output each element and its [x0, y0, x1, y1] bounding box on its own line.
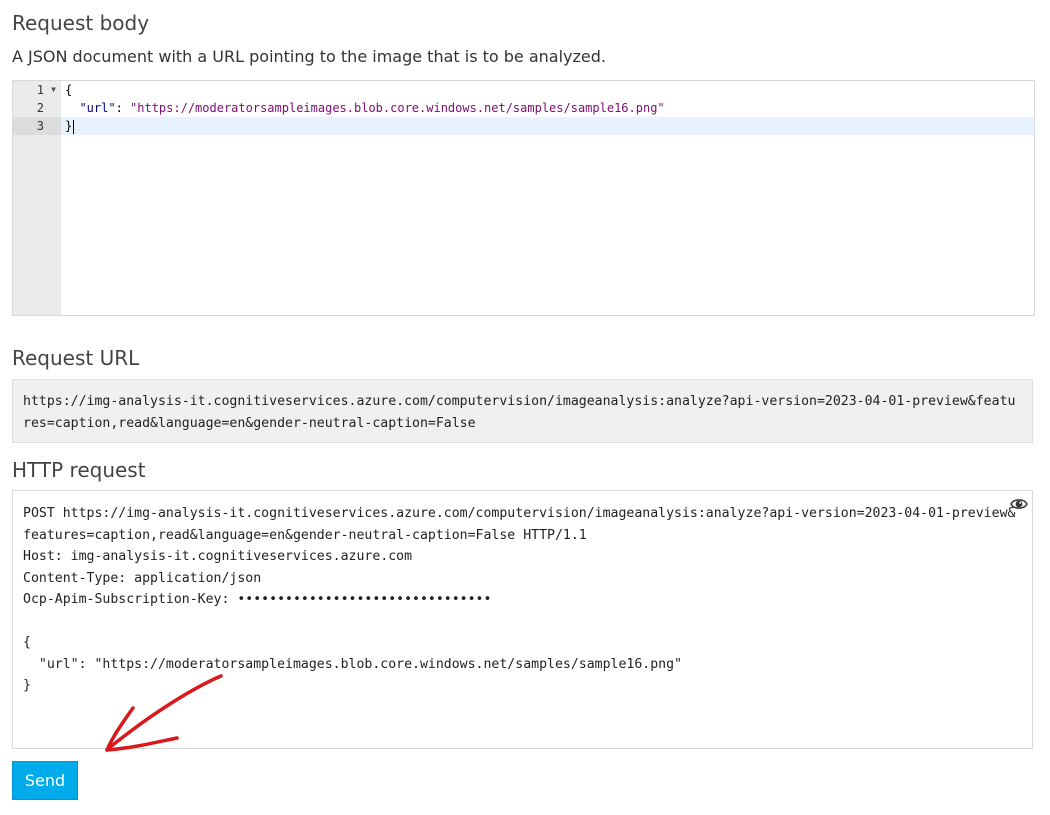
json-separator: :: [115, 101, 131, 115]
eye-icon[interactable]: [1010, 497, 1028, 511]
http-content-type-header: Content-Type: application/json: [23, 570, 262, 586]
http-blank-line: [23, 611, 1022, 633]
json-key: "url": [79, 101, 116, 115]
fold-arrow-icon[interactable]: ▼: [51, 81, 56, 99]
brace-close: }: [65, 119, 73, 133]
send-button[interactable]: Send: [12, 761, 78, 800]
line-number-label: 1: [36, 83, 44, 97]
request-body-title: Request body: [12, 11, 150, 35]
request-body-description: A JSON document with a URL pointing to t…: [12, 47, 606, 66]
request-url-value: https://img-analysis-it.cognitiveservice…: [12, 379, 1033, 443]
http-request-title: HTTP request: [12, 458, 146, 482]
red-arrow-icon: [105, 674, 223, 752]
http-body-open: {: [23, 635, 31, 650]
line-number-label: 3: [36, 119, 44, 133]
code-line-1[interactable]: {: [61, 81, 1034, 99]
line-number-1: 1 ▼: [13, 81, 61, 99]
request-body-editor[interactable]: 1 ▼ 2 3 { "url": "https://moderatorsampl…: [12, 80, 1035, 316]
http-subscription-key-header: Ocp-Apim-Subscription-Key: •••••••••••••…: [23, 592, 492, 607]
line-number-2: 2: [13, 99, 61, 117]
request-url-title: Request URL: [12, 346, 140, 370]
line-number-label: 2: [36, 101, 44, 115]
code-line-3[interactable]: }: [61, 117, 1034, 135]
brace-open: {: [65, 83, 73, 97]
text-cursor: [73, 119, 75, 134]
code-line-2[interactable]: "url": "https://moderatorsampleimages.bl…: [61, 99, 1034, 117]
line-number-gutter: 1 ▼ 2 3: [13, 81, 61, 315]
line-number-3: 3: [13, 117, 61, 135]
http-request-line: POST https://img-analysis-it.cognitivese…: [23, 506, 1016, 543]
http-host-header: Host: img-analysis-it.cognitiveservices.…: [23, 549, 413, 564]
json-value: "https://moderatorsampleimages.blob.core…: [130, 101, 665, 115]
